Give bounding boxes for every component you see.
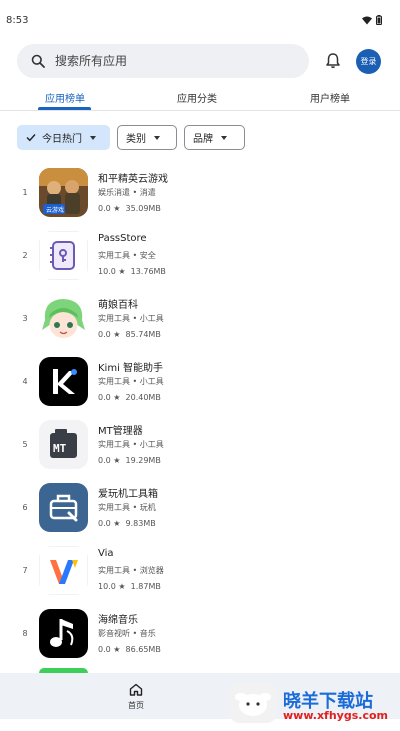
app-size: 19.29MB [125, 456, 161, 465]
filter-chip-label: 今日热门 [42, 134, 82, 145]
anime-girl-icon [39, 294, 88, 343]
rank-number: 6 [22, 503, 28, 512]
app-size: 1.87MB [130, 582, 161, 591]
mt-manager-icon: MT [39, 420, 88, 469]
rank-number: 1 [22, 188, 28, 197]
toolbox-wrench-icon [39, 483, 88, 532]
rank-number: 2 [22, 251, 28, 260]
tab-bar: 应用榜单 应用分类 用户榜单 [0, 86, 400, 110]
app-meta: 10.0 ★ 13.76MB [98, 267, 166, 276]
chevron-down-icon [221, 135, 227, 140]
svg-text:MT: MT [53, 442, 67, 455]
app-name: 萌娘百科 [98, 300, 138, 311]
app-size: 9.83MB [125, 519, 156, 528]
status-bar: 8:53 [0, 0, 400, 40]
app-category: 娱乐消遣 • 消遣 [98, 188, 156, 197]
tab-user-ranking[interactable]: 用户榜单 [310, 90, 350, 105]
rank-number: 4 [22, 377, 28, 386]
home-icon [129, 683, 143, 696]
watermark-logo-icon [230, 683, 276, 723]
app-rating: 0.0 ★ [98, 330, 121, 339]
chevron-down-icon [154, 135, 160, 140]
game-soldiers-icon: 云游戏 [39, 168, 88, 217]
filter-chip-brand[interactable]: 品牌 [184, 125, 245, 150]
login-button[interactable]: 登录 [356, 49, 381, 74]
search-bar[interactable] [17, 44, 309, 78]
filter-chip-category[interactable]: 类别 [117, 125, 177, 150]
app-category: 实用工具 • 浏览器 [98, 566, 164, 575]
tab-app-ranking[interactable]: 应用榜单 [45, 90, 85, 105]
app-category: 实用工具 • 小工具 [98, 440, 164, 449]
app-name: 爱玩机工具箱 [98, 489, 158, 500]
app-size: 20.40MB [125, 393, 161, 402]
app-category: 实用工具 • 安全 [98, 251, 156, 260]
chevron-down-icon [90, 135, 96, 140]
app-name: 和平精英云游戏 [98, 174, 168, 185]
bell-icon[interactable] [323, 51, 343, 71]
app-size: 35.09MB [125, 204, 161, 213]
app-size: 86.65MB [125, 645, 161, 654]
wifi-icon [362, 16, 372, 24]
rank-number: 7 [22, 566, 28, 575]
app-meta: 0.0 ★ 86.65MB [98, 645, 161, 654]
watermark-url: www.xfhygs.com [283, 709, 388, 722]
list-item[interactable]: 6 爱玩机工具箱 实用工具 • 玩机 0.0 ★ 9.83MB [0, 477, 400, 537]
tabs-divider [0, 110, 400, 111]
app-name: Via [98, 548, 114, 559]
app-rating: 0.0 ★ [98, 393, 121, 402]
filter-chip-label: 品牌 [193, 134, 213, 145]
list-item[interactable]: 2 PassStore 实用工具 • 安全 10.0 ★ 13.76MB [0, 225, 400, 285]
app-meta: 0.0 ★ 20.40MB [98, 393, 161, 402]
status-time: 8:53 [6, 14, 29, 26]
app-category: 实用工具 • 玩机 [98, 503, 156, 512]
rank-number: 8 [22, 629, 28, 638]
app-name: PassStore [98, 233, 147, 244]
app-meta: 0.0 ★ 19.29MB [98, 456, 161, 465]
list-item[interactable]: 4 Kimi 智能助手 实用工具 • 小工具 0.0 ★ 20.40MB [0, 351, 400, 411]
list-item[interactable]: 1 云游戏 和平精英云游戏 娱乐消遣 • 消遣 0.0 ★ 35.09MB [0, 162, 400, 222]
filter-chip-label: 类别 [126, 134, 146, 145]
search-input[interactable] [55, 54, 275, 68]
app-size: 85.74MB [125, 330, 161, 339]
app-meta: 0.0 ★ 35.09MB [98, 204, 161, 213]
nav-home-button[interactable]: 首页 [120, 683, 152, 711]
filter-chip-today-hot[interactable]: 今日热门 [17, 125, 110, 150]
app-category: 实用工具 • 小工具 [98, 377, 164, 386]
search-icon [31, 54, 45, 68]
battery-icon [376, 15, 382, 25]
list-item[interactable]: 7 Via 实用工具 • 浏览器 10.0 ★ 1.87MB [0, 540, 400, 600]
app-meta: 10.0 ★ 1.87MB [98, 582, 161, 591]
search-row: 登录 [17, 44, 383, 78]
app-size: 13.76MB [130, 267, 166, 276]
watermark: 晓羊下载站 www.xfhygs.com [230, 683, 400, 723]
notebook-lock-icon [39, 231, 88, 280]
status-icons [362, 15, 382, 25]
app-category: 影音视听 • 音乐 [98, 629, 156, 638]
svg-text:云游戏: 云游戏 [46, 206, 64, 214]
app-rating: 10.0 ★ [98, 582, 126, 591]
check-icon [26, 134, 36, 142]
app-rating: 0.0 ★ [98, 456, 121, 465]
tab-app-categories[interactable]: 应用分类 [177, 90, 217, 105]
nav-home-label: 首页 [128, 701, 144, 710]
list-item[interactable]: 5 MT MT管理器 实用工具 • 小工具 0.0 ★ 19.29MB [0, 414, 400, 474]
list-item[interactable]: 8 海绵音乐 影音视听 • 音乐 0.0 ★ 86.65MB [0, 603, 400, 663]
via-browser-icon [39, 546, 88, 595]
app-rating: 0.0 ★ [98, 519, 121, 528]
app-name: 海绵音乐 [98, 615, 138, 626]
kimi-k-icon [39, 357, 88, 406]
app-name: MT管理器 [98, 426, 143, 437]
app-meta: 0.0 ★ 85.74MB [98, 330, 161, 339]
rank-number: 5 [22, 440, 28, 449]
app-rating: 0.0 ★ [98, 204, 121, 213]
rank-number: 3 [22, 314, 28, 323]
app-meta: 0.0 ★ 9.83MB [98, 519, 156, 528]
app-name: Kimi 智能助手 [98, 363, 164, 374]
app-rating: 0.0 ★ [98, 645, 121, 654]
app-rating: 10.0 ★ [98, 267, 126, 276]
app-category: 实用工具 • 小工具 [98, 314, 164, 323]
list-item[interactable]: 3 萌娘百科 实用工具 • 小工具 0.0 ★ 85.74MB [0, 288, 400, 348]
music-note-icon [39, 609, 88, 658]
